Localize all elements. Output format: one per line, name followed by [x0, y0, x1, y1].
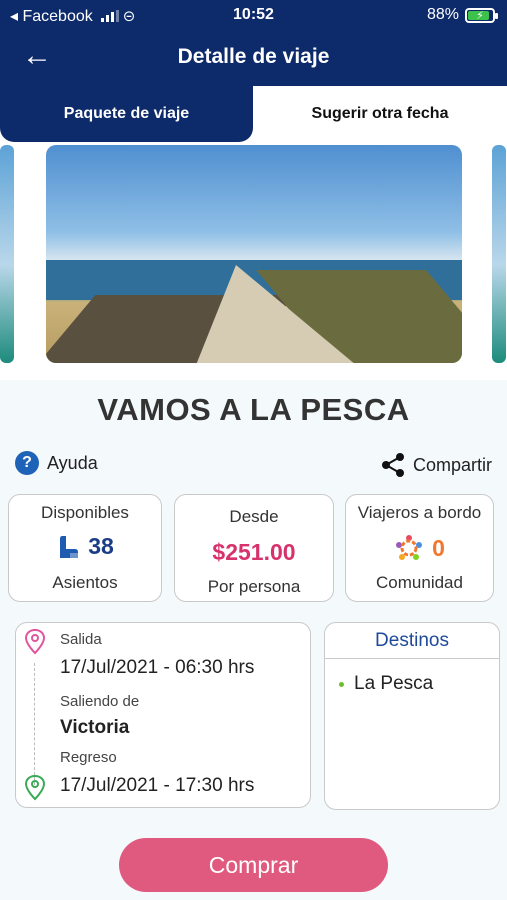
page-title: Detalle de viaje — [177, 45, 330, 68]
carousel-next-image[interactable] — [492, 145, 506, 363]
itinerary-card: Salida 17/Jul/2021 - 06:30 hrs Saliendo … — [15, 622, 311, 808]
from-value: Victoria — [60, 717, 130, 738]
travelers-caption: Comunidad — [376, 573, 463, 592]
carousel-prev-image[interactable] — [0, 145, 14, 363]
seat-icon — [60, 535, 79, 558]
available-value: 38 — [88, 533, 114, 559]
charging-icon: ⚡ — [476, 9, 484, 22]
destinations-title: Destinos — [325, 623, 499, 659]
price-caption: Por persona — [207, 577, 301, 596]
travelers-value: 0 — [432, 534, 445, 561]
destinations-card: Destinos La Pesca — [324, 622, 500, 810]
buy-button[interactable]: Comprar — [119, 838, 388, 892]
price-card: Desde $251.00 Por persona — [174, 494, 334, 602]
departure-label: Salida — [60, 631, 102, 648]
available-value-row: 38 — [9, 533, 161, 560]
community-icon — [396, 535, 423, 560]
destination-item: La Pesca — [339, 673, 433, 695]
status-bar: ◂ Facebook ⊝ 10:52 88% ⚡ — [0, 0, 507, 30]
status-right: 88% ⚡ — [426, 6, 498, 24]
departure-value: 17/Jul/2021 - 06:30 hrs — [60, 657, 255, 678]
available-caption: Asientos — [52, 573, 118, 592]
from-label: Saliendo de — [60, 693, 140, 710]
return-value: 17/Jul/2021 - 17:30 hrs — [60, 775, 255, 796]
image-carousel[interactable] — [0, 145, 507, 365]
return-label: Regreso — [60, 749, 117, 766]
price-title: Desde — [229, 507, 279, 526]
travelers-card: Viajeros a bordo 0 Comunidad — [345, 494, 494, 602]
tab-paquete-de-viaje[interactable]: Paquete de viaje — [0, 86, 253, 142]
travelers-value-row: 0 — [346, 533, 493, 563]
trip-title: VAMOS A LA PESCA — [97, 392, 410, 427]
share-label: Compartir — [412, 454, 492, 475]
available-title: Disponibles — [41, 503, 129, 522]
destination-label: La Pesca — [354, 673, 434, 694]
photo-jetty-path — [196, 265, 356, 363]
share-button[interactable]: Compartir — [379, 451, 492, 479]
route-line — [34, 663, 35, 785]
price-value: $251.00 — [212, 539, 296, 565]
question-icon: ? — [15, 451, 39, 475]
help-label: Ayuda — [47, 452, 98, 473]
return-pin-icon — [24, 775, 46, 801]
help-button[interactable]: ? Ayuda — [15, 451, 98, 475]
battery-percent: 88% — [426, 6, 459, 23]
battery-icon: ⚡ — [465, 7, 498, 23]
tab-bar: Paquete de viaje Sugerir otra fecha — [0, 86, 507, 142]
bullet-icon — [339, 681, 344, 687]
trip-photo[interactable] — [46, 145, 462, 363]
departure-pin-icon — [24, 629, 46, 655]
share-icon — [381, 453, 404, 477]
available-seats-card: Disponibles 38 Asientos — [8, 494, 162, 602]
tab-sugerir-otra-fecha[interactable]: Sugerir otra fecha — [253, 86, 507, 142]
travelers-title: Viajeros a bordo — [357, 503, 482, 522]
app-bar: ← Detalle de viaje — [0, 30, 507, 86]
